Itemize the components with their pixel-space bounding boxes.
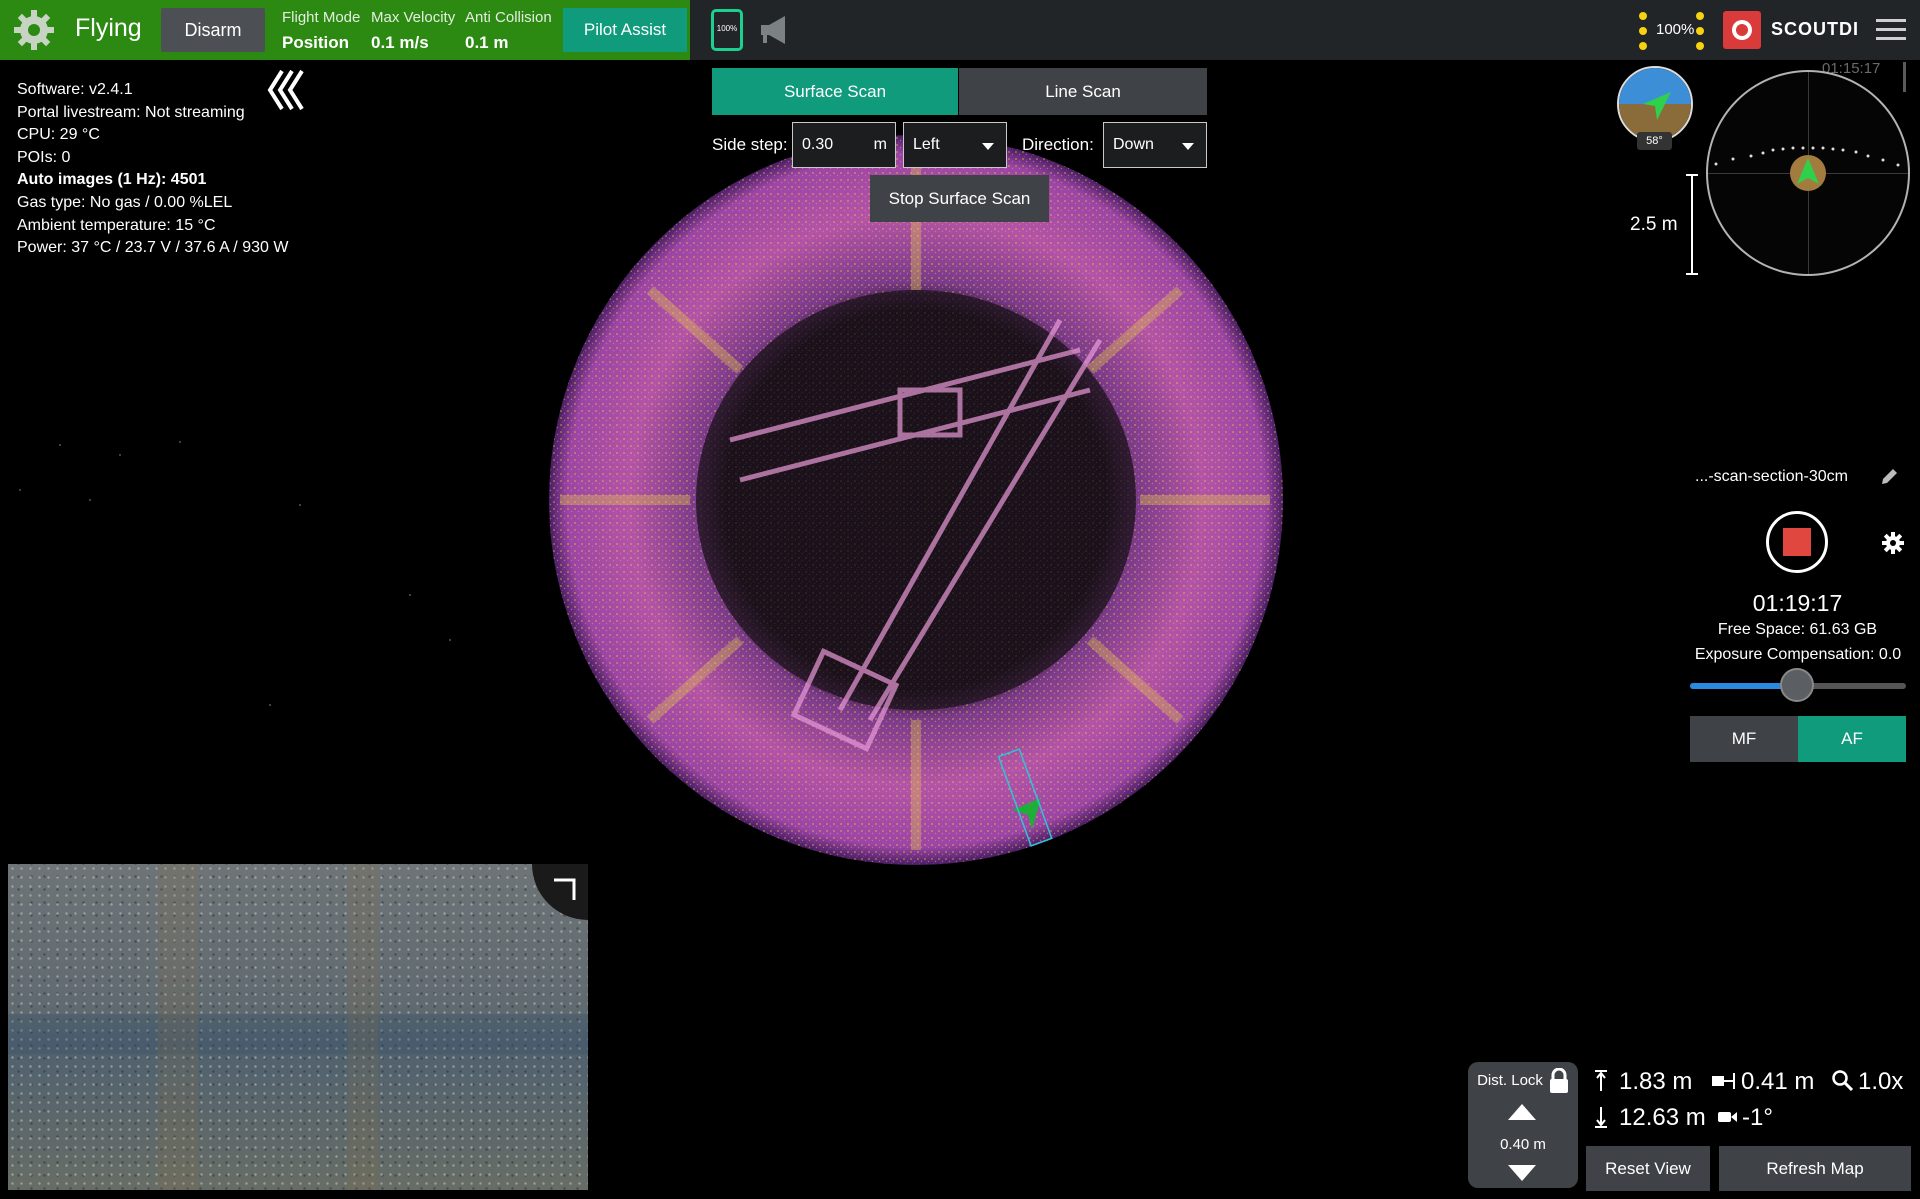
camera-settings-gear-icon[interactable]: [1882, 532, 1904, 554]
distance-lock-value: 0.40 m: [1500, 1136, 1546, 1153]
power-reading: Power: 37 °C / 23.7 V / 37.6 A / 930 W: [17, 239, 289, 257]
direction-select[interactable]: Down: [1103, 122, 1207, 168]
distance-down-icon: [1595, 1107, 1607, 1128]
chevron-down-icon: [982, 143, 994, 150]
zoom-value: 1.0x: [1858, 1068, 1904, 1095]
side-step-value: 0.30: [802, 136, 834, 153]
drone-heading-icon: [1643, 92, 1671, 120]
hamburger-menu-icon[interactable]: [1876, 18, 1906, 42]
side-select-value: Left: [913, 136, 940, 153]
distance-up-icon: [1595, 1070, 1607, 1091]
exposure-compensation-label: Exposure Compensation: 0.0: [1694, 646, 1902, 663]
tablet-battery-icon: 100%: [711, 9, 743, 51]
distance-lock-label: Dist. Lock: [1477, 1072, 1543, 1089]
tablet-battery-level: 100%: [716, 24, 738, 33]
ambient-temp: Ambient temperature: 15 °C: [17, 216, 216, 234]
auto-images-count: Auto images (1 Hz): 4501: [17, 171, 207, 189]
direction-select-value: Down: [1113, 136, 1154, 153]
max-velocity-label: Max Velocity: [371, 9, 456, 26]
lock-icon[interactable]: [1548, 1068, 1570, 1094]
livestream-status: Portal livestream: Not streaming: [17, 103, 245, 121]
recording-time: 01:19:17: [1752, 590, 1843, 616]
side-step-label: Side step:: [712, 135, 788, 154]
heading-degrees: 58°: [1637, 132, 1672, 150]
side-step-unit: m: [873, 136, 887, 153]
distance-up-value: 1.83 m: [1619, 1068, 1693, 1095]
stop-square-icon: [1783, 528, 1811, 556]
light-right-icon: [1696, 12, 1704, 50]
collapse-chevrons-icon[interactable]: [266, 68, 308, 112]
distance-lock-panel: Dist. Lock 0.40 m: [1468, 1062, 1578, 1188]
cpu-temp: CPU: 29 °C: [17, 126, 100, 144]
distance-front-value: 0.41 m: [1741, 1068, 1815, 1095]
stop-recording-button[interactable]: [1766, 511, 1828, 573]
software-version: Software: v2.4.1: [17, 81, 133, 98]
distance-front-icon: [1712, 1073, 1735, 1089]
pilot-assist-button[interactable]: Pilot Assist: [563, 8, 687, 52]
refresh-map-button[interactable]: Refresh Map: [1719, 1146, 1911, 1191]
zoom-magnifier-icon: [1832, 1070, 1853, 1091]
manual-focus-button[interactable]: MF: [1690, 716, 1798, 762]
side-step-input[interactable]: 0.30 m: [792, 122, 896, 168]
anti-collision-value[interactable]: 0.1 m: [465, 33, 508, 53]
free-space: Free Space: 61.63 GB: [1717, 621, 1878, 638]
disarm-button[interactable]: Disarm: [161, 8, 265, 52]
light-left-icon: [1639, 12, 1647, 50]
anti-collision-label: Anti Collision: [465, 9, 552, 26]
tab-surface-scan[interactable]: Surface Scan: [712, 68, 958, 115]
increase-arrow-icon[interactable]: [1508, 1104, 1536, 1120]
top-bar: Flying Disarm Flight Mode Position Max V…: [0, 0, 1920, 60]
gimbal-camera-icon: [1718, 1112, 1737, 1122]
megaphone-icon[interactable]: [758, 14, 792, 46]
brand-logo: SCOUTDI: [1771, 19, 1859, 39]
max-velocity-value[interactable]: 0.1 m/s: [371, 33, 429, 53]
exposure-slider-handle[interactable]: [1780, 668, 1814, 702]
light-level[interactable]: 100%: [1656, 21, 1694, 38]
scale-bar: [1691, 174, 1693, 274]
gas-reading: Gas type: No gas / 0.00 %LEL: [17, 193, 233, 211]
reset-view-button[interactable]: Reset View: [1586, 1146, 1710, 1191]
stop-surface-scan-button[interactable]: Stop Surface Scan: [870, 175, 1049, 222]
scale-label: 2.5 m: [1630, 214, 1678, 235]
flight-mode-value[interactable]: Position: [282, 33, 349, 53]
flight-status: Flying: [75, 14, 142, 42]
pois-count: POIs: 0: [17, 148, 71, 166]
info-panel: Software: v2.4.1 Portal livestream: Not …: [17, 79, 288, 260]
edit-pencil-icon[interactable]: [1880, 468, 1898, 486]
flight-mode-label: Flight Mode: [282, 9, 361, 26]
attitude-indicator: [1617, 66, 1693, 142]
auto-focus-button[interactable]: AF: [1798, 716, 1906, 762]
camera-feed[interactable]: [8, 864, 588, 1190]
gimbal-pitch-value: -1°: [1742, 1104, 1773, 1131]
record-indicator-icon[interactable]: [1723, 11, 1761, 49]
distance-down-value: 12.63 m: [1619, 1104, 1706, 1131]
decrease-arrow-icon[interactable]: [1508, 1165, 1536, 1181]
settings-gear-icon[interactable]: [12, 8, 56, 52]
expand-icon: [554, 878, 576, 900]
side-select[interactable]: Left: [903, 122, 1007, 168]
proximity-radar: [1706, 70, 1910, 276]
chevron-down-icon: [1182, 143, 1194, 150]
radar-points: [1714, 146, 1900, 191]
tab-line-scan[interactable]: Line Scan: [959, 68, 1207, 115]
direction-label: Direction:: [1022, 135, 1094, 154]
recording-name: ...-scan-section-30cm: [1695, 468, 1848, 485]
